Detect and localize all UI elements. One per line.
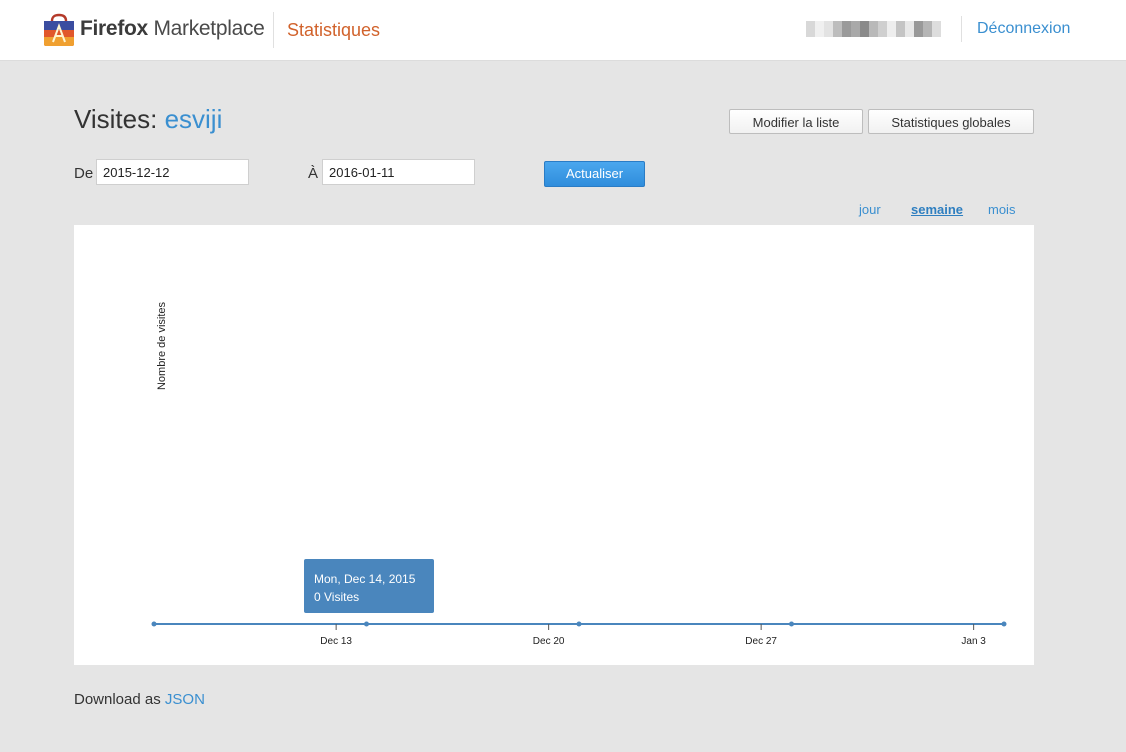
brand-bold: Firefox [80, 17, 148, 40]
header-divider-right [961, 16, 962, 42]
top-header: Firefox Marketplace Statistiques Déconne… [0, 0, 1126, 61]
data-point-0[interactable] [151, 621, 157, 627]
x-tick-label-1: Dec 20 [533, 636, 565, 647]
period-week-link[interactable]: semaine [911, 202, 963, 217]
chart-marks: Dec 13 Dec 20 Dec 27 Jan 3 [151, 621, 1007, 647]
x-tick-label-0: Dec 13 [320, 636, 352, 647]
download-text: Download as [74, 691, 165, 708]
title-prefix: Visites: [74, 104, 165, 134]
marketplace-logo-icon[interactable] [43, 13, 75, 47]
tooltip-date: Mon, Dec 14, 2015 [314, 572, 416, 586]
tooltip-value: 0 Visites [314, 590, 360, 604]
from-date-input[interactable] [96, 159, 249, 185]
app-name-link[interactable]: esviji [165, 104, 223, 134]
data-point-1[interactable] [364, 621, 369, 627]
update-button[interactable]: Actualiser [544, 161, 645, 187]
brand-rest: Marketplace [147, 17, 265, 40]
to-date-input[interactable] [322, 159, 475, 185]
x-tick-label-3: Jan 3 [961, 636, 986, 647]
from-label: De [74, 165, 94, 182]
username-blurred [806, 21, 946, 37]
logout-link[interactable]: Déconnexion [977, 20, 1070, 38]
y-axis-label: Nombre de visites [156, 301, 168, 390]
chart-panel: Nombre de visites Dec 13 Dec 20 Dec 27 Jan … [74, 225, 1034, 665]
header-divider [273, 12, 274, 48]
edit-list-button[interactable]: Modifier la liste [729, 109, 863, 134]
download-row: Download as JSON [74, 691, 205, 708]
x-tick-label-2: Dec 27 [745, 636, 777, 647]
period-day-link[interactable]: jour [859, 202, 881, 217]
brand-name[interactable]: Firefox Marketplace [80, 17, 265, 41]
download-json-link[interactable]: JSON [165, 691, 205, 708]
data-point-3[interactable] [789, 621, 794, 627]
period-month-link[interactable]: mois [988, 202, 1015, 217]
chart-tooltip: Mon, Dec 14, 2015 0 Visites [304, 559, 434, 613]
to-label: À [308, 165, 319, 182]
global-stats-button[interactable]: Statistiques globales [868, 109, 1034, 134]
data-point-4[interactable] [1001, 621, 1007, 627]
data-point-2[interactable] [576, 621, 582, 627]
visits-chart: Nombre de visites Dec 13 Dec 20 Dec 27 Jan … [151, 301, 1007, 647]
page-title: Visites: esviji [74, 104, 222, 135]
section-title[interactable]: Statistiques [287, 20, 380, 41]
